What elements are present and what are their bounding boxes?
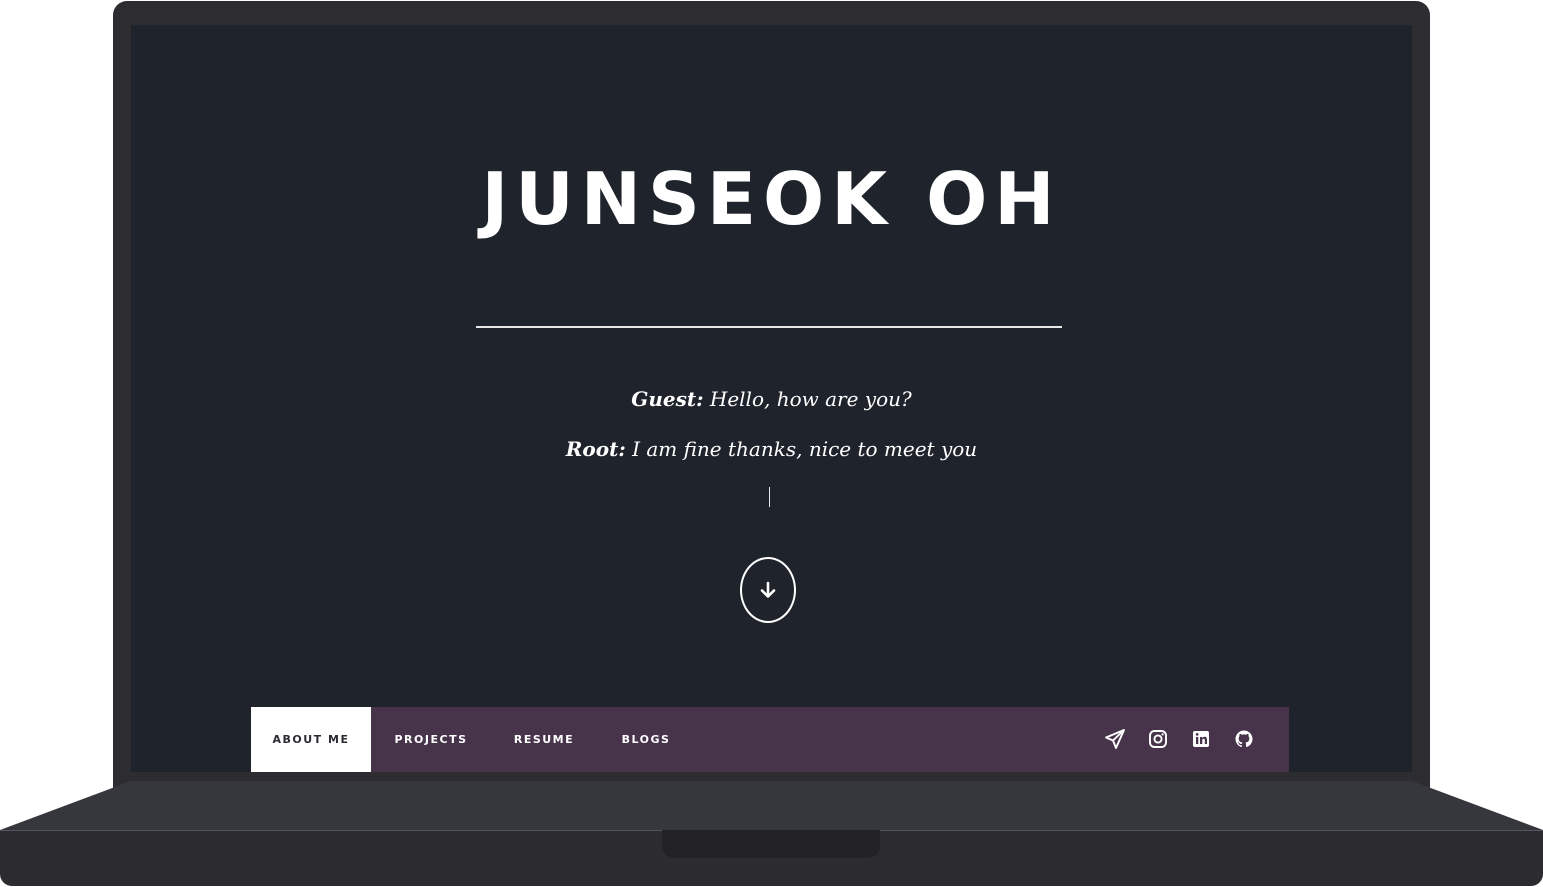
nav-item-about-me[interactable]: ABOUT ME [251,707,371,772]
nav-item-blogs[interactable]: BLOGS [597,707,695,772]
laptop-notch [662,830,880,858]
laptop-mockup: JUNSEOK OH Guest: Hello, how are you? Ro… [0,0,1543,887]
dialog-text: Hello, how are you? [703,387,912,411]
telegram-icon[interactable] [1103,727,1127,751]
instagram-icon[interactable] [1146,727,1170,751]
dialog-text: I am fine thanks, nice to meet you [625,437,978,461]
dialog-line-guest: Guest: Hello, how are you? [131,389,1412,409]
arrow-down-icon [760,581,776,598]
dialog-speaker: Guest: [631,387,704,411]
dialog-line-root: Root: I am fine thanks, nice to meet you [131,439,1412,459]
title-divider [476,326,1062,328]
scroll-down-button[interactable] [740,557,796,623]
typing-cursor [769,487,770,507]
bottom-navbar: ABOUT ME PROJECTS RESUME BLOGS [251,707,1289,772]
dialog-speaker: Root: [565,437,626,461]
laptop-base [0,781,1543,830]
github-icon[interactable] [1232,727,1256,751]
laptop-screen: JUNSEOK OH Guest: Hello, how are you? Ro… [131,25,1412,772]
nav-item-projects[interactable]: PROJECTS [371,707,491,772]
nav-item-resume[interactable]: RESUME [491,707,597,772]
page-title: JUNSEOK OH [481,157,1062,241]
linkedin-icon[interactable] [1189,727,1213,751]
